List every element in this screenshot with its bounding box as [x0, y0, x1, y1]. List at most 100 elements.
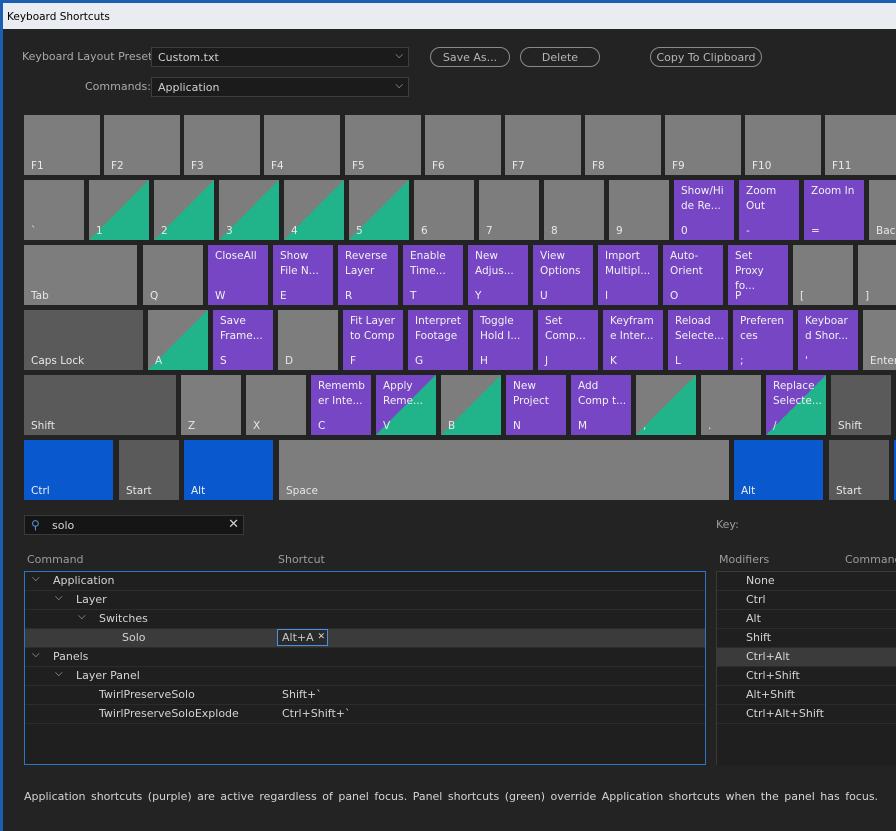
key-0[interactable]: Show/Hi de Re... 0 — [674, 180, 734, 240]
key-start[interactable]: Start — [119, 440, 179, 500]
modifier-row[interactable]: Ctrl+Alt+Shift — [717, 705, 896, 724]
save-as-button[interactable]: Save As... — [430, 47, 510, 67]
tree-row-application[interactable]: ⌵ Application — [25, 572, 705, 591]
key-6[interactable]: 6 — [414, 180, 474, 240]
remove-shortcut-icon[interactable]: ✕ — [317, 632, 325, 642]
modifier-row[interactable]: Ctrl+Alt — [717, 648, 896, 667]
key-f5[interactable]: F5 — [345, 115, 421, 175]
key-x[interactable]: X — [246, 375, 306, 435]
key-y[interactable]: New Adjus... Y — [468, 245, 528, 305]
tree-row-switches[interactable]: ⌵ Switches — [25, 610, 705, 629]
key-o[interactable]: Auto-Orient O — [663, 245, 723, 305]
key-start[interactable]: Start — [829, 440, 889, 500]
key--[interactable]: Zoom Out - — [739, 180, 799, 240]
key--[interactable]: . — [701, 375, 761, 435]
modifier-row[interactable]: Shift — [717, 629, 896, 648]
key--[interactable]: ] — [858, 245, 896, 305]
clear-search-icon[interactable]: ✕ — [228, 517, 239, 532]
tree-row-layer-panel[interactable]: ⌵ Layer Panel — [25, 667, 705, 686]
preset-dropdown[interactable]: Custom.txt ⌵ — [151, 47, 409, 67]
tree-row-layer[interactable]: ⌵ Layer — [25, 591, 705, 610]
key-f8[interactable]: F8 — [585, 115, 661, 175]
key-3[interactable]: 3 — [219, 180, 279, 240]
key-e[interactable]: Show File N... E — [273, 245, 333, 305]
key-alt[interactable]: Alt — [734, 440, 823, 500]
key-k[interactable]: Keyfram e Inter... K — [603, 310, 663, 370]
command-column-header[interactable]: Command — [27, 553, 84, 566]
tree-row-twirl-preserve-solo[interactable]: TwirlPreserveSolo Shift+` — [25, 686, 705, 705]
key-p[interactable]: Set Proxy fo... P — [728, 245, 788, 305]
tree-row-panels[interactable]: ⌵ Panels — [25, 648, 705, 667]
key-f9[interactable]: F9 — [665, 115, 741, 175]
key-8[interactable]: 8 — [544, 180, 604, 240]
modifier-row[interactable]: Ctrl — [717, 591, 896, 610]
key-g[interactable]: Interpret Footage G — [408, 310, 468, 370]
key-t[interactable]: Enable Time... T — [403, 245, 463, 305]
key-enter[interactable]: Enter — [863, 310, 896, 370]
key--[interactable]: Keyboar d Shor... ' — [798, 310, 858, 370]
key-shift[interactable]: Shift — [831, 375, 891, 435]
key-v[interactable]: Apply Reme... V — [376, 375, 436, 435]
key-f7[interactable]: F7 — [505, 115, 581, 175]
key-z[interactable]: Z — [181, 375, 241, 435]
chevron-down-icon[interactable]: ⌵ — [55, 592, 63, 603]
delete-button[interactable]: Delete — [520, 47, 600, 67]
key-shift[interactable]: Shift — [24, 375, 176, 435]
key-m[interactable]: Add Comp t... M — [571, 375, 631, 435]
key--[interactable]: Replace Selecte... / — [766, 375, 826, 435]
key-f1[interactable]: F1 — [24, 115, 100, 175]
modifiers-column-header[interactable]: Modifiers — [719, 553, 769, 566]
modifier-command-column-header[interactable]: Command — [845, 553, 896, 566]
key-b[interactable]: B — [441, 375, 501, 435]
key-space[interactable]: Space — [279, 440, 729, 500]
key--[interactable]: [ — [793, 245, 853, 305]
modifier-row[interactable]: Ctrl+Shift — [717, 667, 896, 686]
key-q[interactable]: Q — [143, 245, 203, 305]
key-n[interactable]: New Project N — [506, 375, 566, 435]
key-w[interactable]: CloseAll W — [208, 245, 268, 305]
modifier-row[interactable]: None — [717, 572, 896, 591]
key-4[interactable]: 4 — [284, 180, 344, 240]
commands-dropdown[interactable]: Application ⌵ — [151, 77, 409, 97]
key-f[interactable]: Fit Layer to Comp F — [343, 310, 403, 370]
chevron-down-icon[interactable]: ⌵ — [55, 668, 63, 679]
key-9[interactable]: 9 — [609, 180, 669, 240]
key-7[interactable]: 7 — [479, 180, 539, 240]
key-h[interactable]: Toggle Hold I... H — [473, 310, 533, 370]
shortcut-column-header[interactable]: Shortcut — [278, 553, 325, 566]
key-back[interactable]: Back — [869, 180, 896, 240]
key-d[interactable]: D — [278, 310, 338, 370]
shortcut-chip[interactable]: Alt+A ✕ — [277, 629, 328, 646]
key--[interactable]: Preferen ces; — [733, 310, 793, 370]
key--[interactable]: , — [636, 375, 696, 435]
modifier-row[interactable]: Alt — [717, 610, 896, 629]
key-f10[interactable]: F10 — [745, 115, 821, 175]
key-a[interactable]: A — [148, 310, 208, 370]
key-f2[interactable]: F2 — [104, 115, 180, 175]
key-i[interactable]: Import Multipl... I — [598, 245, 658, 305]
key-f6[interactable]: F6 — [425, 115, 501, 175]
key-f11[interactable]: F11 — [825, 115, 896, 175]
chevron-down-icon[interactable]: ⌵ — [78, 611, 86, 622]
key-alt[interactable]: Alt — [184, 440, 273, 500]
key-l[interactable]: Reload Selecte... L — [668, 310, 728, 370]
modifier-row[interactable]: Alt+Shift — [717, 686, 896, 705]
key-s[interactable]: Save Frame... S — [213, 310, 273, 370]
key-5[interactable]: 5 — [349, 180, 409, 240]
key-caps-lock[interactable]: Caps Lock — [24, 310, 143, 370]
key--[interactable]: Zoom In = — [804, 180, 864, 240]
chevron-down-icon[interactable]: ⌵ — [32, 573, 40, 584]
copy-to-clipboard-button[interactable]: Copy To Clipboard — [650, 47, 762, 67]
key--[interactable]: ` — [24, 180, 84, 240]
tree-row-twirl-preserve-solo-explode[interactable]: TwirlPreserveSoloExplode Ctrl+Shift+` — [25, 705, 705, 724]
search-input[interactable]: ⚲ solo ✕ — [24, 515, 244, 535]
chevron-down-icon[interactable]: ⌵ — [32, 649, 40, 660]
key-f3[interactable]: F3 — [184, 115, 260, 175]
key-1[interactable]: 1 — [89, 180, 149, 240]
key-tab[interactable]: Tab — [24, 245, 137, 305]
key-f4[interactable]: F4 — [264, 115, 340, 175]
key-2[interactable]: 2 — [154, 180, 214, 240]
key-u[interactable]: View Options U — [533, 245, 593, 305]
key-r[interactable]: Reverse Layer R — [338, 245, 398, 305]
tree-row-solo[interactable]: Solo Alt+A ✕ — [25, 629, 705, 648]
